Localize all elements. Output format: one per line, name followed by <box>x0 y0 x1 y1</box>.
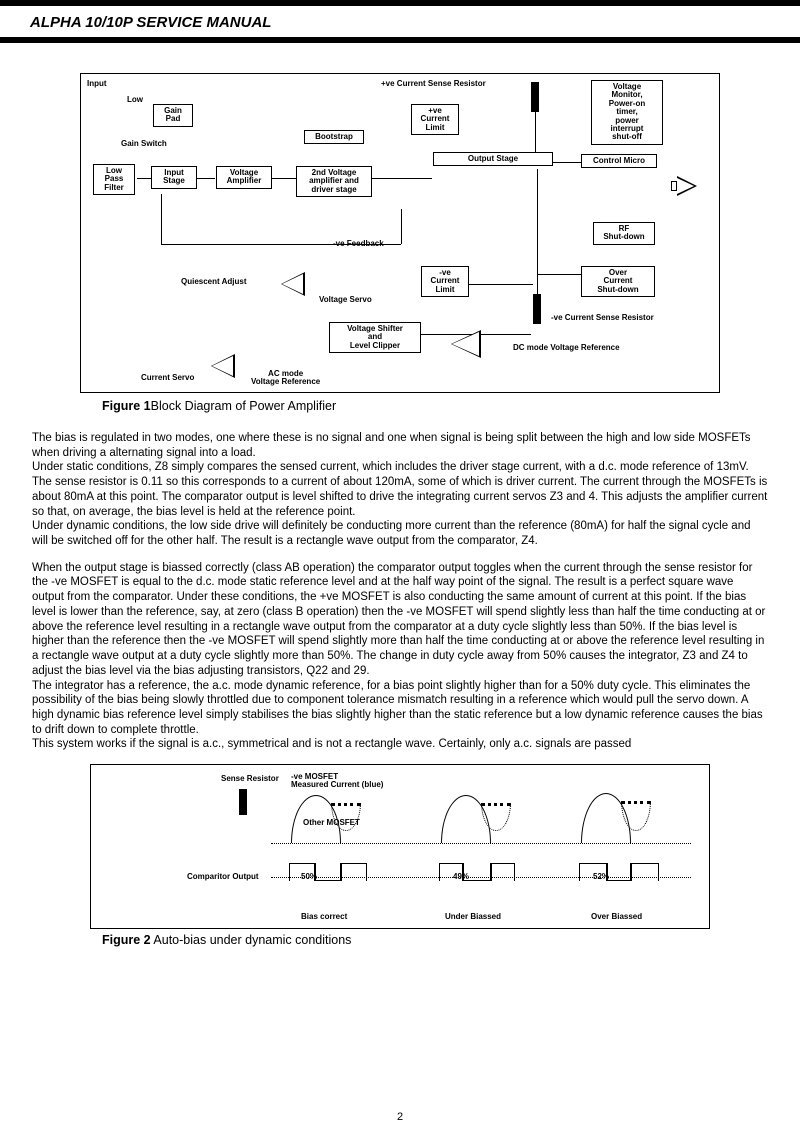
label-sense-resistor: Sense Resistor <box>221 775 279 783</box>
block-control-micro: Control Micro <box>581 154 657 168</box>
block-output-stage: Output Stage <box>433 152 553 166</box>
label-under-biassed: Under Biassed <box>445 913 501 921</box>
label-49: 49% <box>453 873 469 881</box>
resistor-icon <box>239 789 247 815</box>
wire <box>401 209 402 244</box>
paragraph: When the output stage is biassed correct… <box>32 561 768 752</box>
wire <box>537 169 538 294</box>
opamp-icon-fill <box>212 356 233 376</box>
para-text: Under static conditions, Z8 simply compa… <box>32 461 767 517</box>
page-content: Input Low GainPad Gain Switch LowPassFil… <box>0 43 800 947</box>
figure-2-caption-bold: Figure 2 <box>102 933 151 947</box>
square-wave <box>491 863 515 881</box>
label-gain-switch: Gain Switch <box>121 140 167 148</box>
label-comparitor: Comparitor Output <box>187 873 259 881</box>
page-number: 2 <box>0 1111 800 1123</box>
speaker-box <box>671 181 677 191</box>
figure-1-caption: Figure 1Block Diagram of Power Amplifier <box>102 399 768 413</box>
label-over-biassed: Over Biassed <box>591 913 642 921</box>
label-input: Input <box>87 80 107 88</box>
wire <box>535 112 536 152</box>
header-title: ALPHA 10/10P SERVICE MANUAL <box>0 6 800 37</box>
block-over-current: OverCurrentShut-down <box>581 266 655 297</box>
block-voltage-amp: VoltageAmplifier <box>216 166 272 189</box>
label-voltage-servo: Voltage Servo <box>319 296 372 304</box>
speaker-icon-fill <box>677 178 694 194</box>
figure-2-caption-text: Auto-bias under dynamic conditions <box>151 933 352 947</box>
wire <box>197 178 215 179</box>
para-text: The integrator has a reference, the a.c.… <box>32 680 763 736</box>
wire <box>272 178 296 179</box>
figure-2-caption: Figure 2 Auto-bias under dynamic conditi… <box>102 933 768 947</box>
block-bootstrap: Bootstrap <box>304 130 364 144</box>
square-wave <box>315 863 341 881</box>
para-text: When the output stage is biassed correct… <box>32 562 765 677</box>
opamp-icon-fill <box>452 332 479 356</box>
wire <box>161 194 162 244</box>
label-quiescent: Quiescent Adjust <box>181 278 247 286</box>
wire <box>469 284 533 285</box>
label-bias-correct: Bias correct <box>301 913 347 921</box>
wire <box>537 274 581 275</box>
label-ac-ref: AC modeVoltage Reference <box>251 370 320 387</box>
label-neg-mosfet: -ve MOSFETMeasured Current (blue) <box>291 773 383 790</box>
label-50: 50% <box>301 873 317 881</box>
label-dc-ref: DC mode Voltage Reference <box>513 344 620 352</box>
wire <box>161 244 401 245</box>
block-vmon: VoltageMonitor,Power-ontimer,powerinterr… <box>591 80 663 145</box>
wire <box>553 162 581 163</box>
label-low: Low <box>127 96 143 104</box>
paragraph: The bias is regulated in two modes, one … <box>32 431 768 549</box>
block-voltage-shifter: Voltage ShifterandLevel Clipper <box>329 322 421 353</box>
square-wave <box>631 863 659 881</box>
block-second-va: 2nd Voltageamplifier anddriver stage <box>296 166 372 197</box>
para-text: The bias is regulated in two modes, one … <box>32 432 751 459</box>
block-input-stage: InputStage <box>151 166 197 189</box>
figure-1-caption-text: Block Diagram of Power Amplifier <box>151 399 336 413</box>
figure-1-diagram: Input Low GainPad Gain Switch LowPassFil… <box>80 73 720 393</box>
wire <box>372 178 432 179</box>
block-neg-cl: -veCurrentLimit <box>421 266 469 297</box>
resistor-neg <box>533 294 541 324</box>
block-gain-pad: GainPad <box>153 104 193 127</box>
figure-2-diagram: Sense Resistor -ve MOSFETMeasured Curren… <box>90 764 710 929</box>
wire <box>137 178 151 179</box>
block-lpf: LowPassFilter <box>93 164 135 195</box>
para-text: Under dynamic conditions, the low side d… <box>32 520 750 547</box>
label-current-servo: Current Servo <box>141 374 194 382</box>
block-rf-sd: RFShut-down <box>593 222 655 245</box>
figure-1-caption-bold: Figure 1 <box>102 399 151 413</box>
label-52: 52% <box>593 873 609 881</box>
square-wave <box>607 863 631 881</box>
block-pos-cl: +veCurrentLimit <box>411 104 459 135</box>
square-wave <box>341 863 367 881</box>
label-pos-csr: +ve Current Sense Resistor <box>381 80 486 88</box>
label-neg-csr: -ve Current Sense Resistor <box>551 314 654 322</box>
resistor-pos <box>531 82 539 112</box>
para-text: This system works if the signal is a.c.,… <box>32 738 631 750</box>
opamp-icon-fill <box>282 274 303 294</box>
dotted-line <box>271 843 691 844</box>
